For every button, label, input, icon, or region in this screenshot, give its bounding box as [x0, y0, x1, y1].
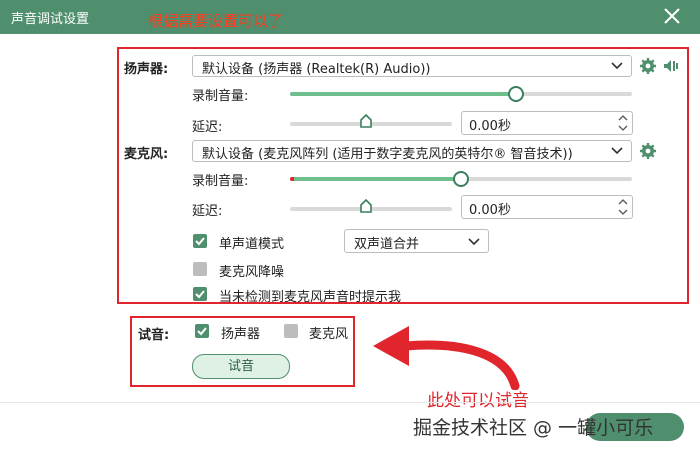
title-bar: 声音调试设置 — [0, 0, 700, 34]
footer-divider — [0, 402, 700, 403]
speaker-volume-slider[interactable] — [290, 86, 632, 102]
chevron-down-icon — [611, 62, 623, 70]
gear-icon[interactable] — [639, 142, 657, 160]
notify-label: 当未检测到麦克风声音时提示我 — [219, 290, 402, 305]
notify-checkbox[interactable] — [193, 287, 207, 301]
mic-volume-slider[interactable] — [290, 171, 632, 187]
mic-delay-slider[interactable] — [290, 199, 452, 213]
test-speaker-label: 扬声器 — [221, 327, 261, 342]
mic-device-select[interactable]: 默认设备 (麦克风阵列 (适用于数字麦克风的英特尔® 智音技术)) — [192, 140, 632, 162]
mic-delay-value: 0.00秒 — [469, 203, 511, 218]
spinner-arrows-icon[interactable] — [618, 113, 628, 133]
speaker-volume-label: 录制音量: — [192, 89, 249, 104]
chevron-down-icon — [611, 147, 623, 155]
chevron-down-icon — [468, 238, 480, 246]
speaker-volume-knob[interactable] — [507, 86, 524, 102]
speaker-delay-knob[interactable] — [360, 114, 372, 128]
annotation-top: 根据需要设置可以了 — [148, 12, 284, 30]
speaker-device-select[interactable]: 默认设备 (扬声器 (Realtek(R) Audio)) — [192, 55, 632, 77]
mic-delay-label: 延迟: — [192, 204, 223, 219]
check-icon — [197, 327, 207, 336]
watermark: 掘金技术社区 @ 一罐小可乐 — [413, 417, 654, 439]
mic-volume-fill — [290, 177, 461, 181]
test-speaker-checkbox[interactable] — [195, 324, 209, 338]
mic-volume-label: 录制音量: — [192, 174, 249, 189]
gear-icon[interactable] — [639, 57, 657, 75]
speaker-label: 扬声器: — [124, 62, 169, 77]
mic-delay-knob[interactable] — [360, 199, 372, 213]
check-icon — [195, 290, 205, 299]
spinner-arrows-icon[interactable] — [618, 197, 628, 217]
check-icon — [195, 237, 205, 246]
test-button-label: 试音 — [227, 359, 254, 374]
test-mic-label: 麦克风 — [309, 327, 349, 342]
close-icon[interactable] — [662, 6, 682, 26]
window-title: 声音调试设置 — [11, 12, 90, 27]
mono-mode-value: 双声道合并 — [354, 237, 420, 252]
mic-delay-spinner[interactable]: 0.00秒 — [461, 195, 633, 219]
speaker-test-icon[interactable] — [662, 57, 680, 75]
speaker-delay-value: 0.00秒 — [469, 119, 511, 134]
speaker-delay-slider[interactable] — [290, 114, 452, 128]
mic-volume-knob[interactable] — [453, 171, 469, 187]
test-mic-checkbox[interactable] — [284, 324, 298, 338]
noise-reduction-label: 麦克风降噪 — [219, 265, 285, 280]
speaker-device-value: 默认设备 (扬声器 (Realtek(R) Audio)) — [202, 62, 431, 77]
mic-device-value: 默认设备 (麦克风阵列 (适用于数字麦克风的英特尔® 智音技术)) — [202, 147, 573, 162]
mono-mode-label: 单声道模式 — [219, 237, 285, 252]
mono-mode-checkbox[interactable] — [193, 234, 207, 248]
speaker-delay-spinner[interactable]: 0.00秒 — [461, 111, 633, 135]
arrow-icon — [373, 326, 520, 390]
test-button[interactable]: 试音 — [192, 354, 290, 379]
mono-mode-select[interactable]: 双声道合并 — [344, 229, 489, 253]
speaker-volume-fill — [290, 92, 516, 96]
mic-label: 麦克风: — [124, 147, 169, 162]
annotation-bottom: 此处可以试音 — [427, 391, 529, 411]
test-label: 试音: — [138, 328, 170, 343]
noise-reduction-checkbox[interactable] — [193, 262, 207, 276]
speaker-delay-label: 延迟: — [192, 120, 223, 135]
